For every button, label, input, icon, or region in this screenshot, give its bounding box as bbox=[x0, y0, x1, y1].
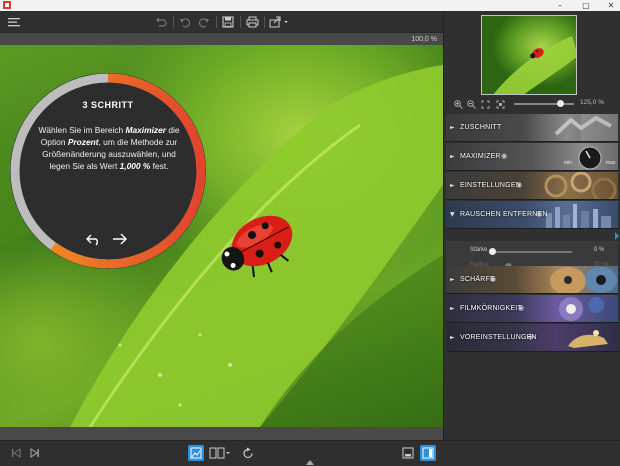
section-presets[interactable]: ► VOREINSTELLUNGEN + bbox=[446, 324, 618, 352]
strength-slider[interactable] bbox=[492, 251, 572, 253]
first-image-icon[interactable] bbox=[8, 445, 24, 461]
title-bar: – ▢ ✕ bbox=[0, 0, 620, 11]
zoom-in-icon[interactable] bbox=[452, 98, 464, 110]
app-logo-icon bbox=[3, 1, 11, 9]
navigator-preview[interactable] bbox=[481, 15, 577, 95]
navigator-zoom-slider[interactable] bbox=[514, 103, 574, 105]
redo-icon[interactable] bbox=[196, 14, 212, 30]
undo-icon[interactable] bbox=[177, 14, 193, 30]
eye-icon[interactable]: ◉ bbox=[516, 181, 522, 189]
preview-thumbnail bbox=[493, 36, 576, 94]
section-film-grain[interactable]: ► FILMKÖRNIGKEIT ◉ bbox=[446, 295, 618, 323]
strength-label: Stärke bbox=[470, 247, 488, 253]
eye-icon[interactable]: ◉ bbox=[501, 152, 507, 160]
eye-icon[interactable]: ◉ bbox=[536, 210, 542, 218]
compare-view-icon[interactable] bbox=[208, 445, 232, 461]
section-label: VOREINSTELLUNGEN bbox=[460, 334, 537, 341]
section-maximizer[interactable]: min max ► MAXIMIZER ◉ bbox=[446, 143, 618, 171]
actual-size-icon[interactable] bbox=[494, 98, 506, 110]
strength-knob[interactable] bbox=[488, 248, 496, 255]
menu-icon[interactable] bbox=[6, 14, 22, 30]
navigator-zoom-knob[interactable] bbox=[557, 100, 565, 107]
panel-toggle-icon[interactable] bbox=[420, 445, 436, 461]
tour-instruction-text: Wählen Sie im Bereich Maximizer die Opti… bbox=[38, 125, 180, 171]
single-view-icon[interactable] bbox=[188, 445, 204, 461]
chevron-right-icon: ► bbox=[450, 124, 455, 131]
strength-value: 0 % bbox=[594, 247, 605, 253]
panel-collapse-arrow-icon[interactable] bbox=[614, 232, 620, 240]
section-label: RAUSCHEN ENTFERNEN bbox=[460, 211, 548, 218]
section-label: EINSTELLUNGEN bbox=[460, 182, 521, 189]
expand-up-arrow-icon[interactable] bbox=[306, 459, 314, 465]
navigator-zoom-row: 125,0 % bbox=[444, 97, 620, 111]
maximizer-min-label: min bbox=[564, 160, 573, 166]
app-window: – ▢ ✕ 100,0 % 3 SCHRITT Wählen Sie im Be… bbox=[0, 0, 620, 466]
save-icon[interactable] bbox=[220, 14, 236, 30]
tour-next-arrow-icon[interactable] bbox=[110, 229, 130, 249]
maximizer-max-label: max bbox=[606, 160, 616, 166]
section-adjustments[interactable]: ► EINSTELLUNGEN ◉ bbox=[446, 172, 618, 200]
canvas-zoom-label: 100,0 % bbox=[411, 36, 437, 43]
rotate-icon[interactable] bbox=[240, 445, 256, 461]
tour-step-label: 3 SCHRITT bbox=[82, 100, 134, 110]
undo-history-icon[interactable] bbox=[153, 14, 169, 30]
tour-back-arrow-icon[interactable] bbox=[84, 229, 104, 249]
add-preset-plus-icon[interactable]: + bbox=[527, 330, 535, 343]
next-image-icon[interactable] bbox=[26, 445, 42, 461]
strength-row: Stärke 0 % bbox=[446, 244, 618, 258]
section-label: ZUSCHNITT bbox=[460, 124, 502, 131]
print-icon[interactable] bbox=[244, 14, 260, 30]
section-crop[interactable]: ► ZUSCHNITT bbox=[446, 114, 618, 142]
chevron-right-icon: ► bbox=[450, 334, 455, 341]
share-icon[interactable] bbox=[268, 14, 290, 30]
navigator-zoom-value: 125,0 % bbox=[580, 99, 604, 106]
chevron-right-icon: ► bbox=[450, 153, 455, 160]
close-button[interactable]: ✕ bbox=[603, 0, 619, 11]
image-canvas[interactable]: 100,0 % 3 SCHRITT Wählen Sie im Bereich … bbox=[0, 33, 443, 440]
section-label: FILMKÖRNIGKEIT bbox=[460, 305, 522, 312]
eye-icon[interactable]: ◉ bbox=[518, 304, 524, 312]
chevron-right-icon: ► bbox=[450, 276, 455, 283]
chevron-down-icon: ▼ bbox=[450, 211, 455, 218]
section-label: MAXIMIZER bbox=[460, 153, 501, 160]
maximize-button[interactable]: ▢ bbox=[578, 0, 594, 11]
chevron-right-icon: ► bbox=[450, 305, 455, 312]
zoom-out-icon[interactable] bbox=[465, 98, 477, 110]
fit-to-screen-icon[interactable] bbox=[479, 98, 491, 110]
section-noise-removal[interactable]: ▼ RAUSCHEN ENTFERNEN ◉ bbox=[446, 201, 618, 229]
section-sharpness[interactable]: ► SCHÄRFE ◉ bbox=[446, 266, 618, 294]
export-icon[interactable] bbox=[400, 445, 416, 461]
eye-icon[interactable]: ◉ bbox=[490, 275, 496, 283]
minimize-button[interactable]: – bbox=[552, 0, 568, 11]
chevron-right-icon: ► bbox=[450, 182, 455, 189]
right-panel: 125,0 % ► ZUSCHNITT min max ► MAXIMIZER … bbox=[443, 11, 620, 440]
